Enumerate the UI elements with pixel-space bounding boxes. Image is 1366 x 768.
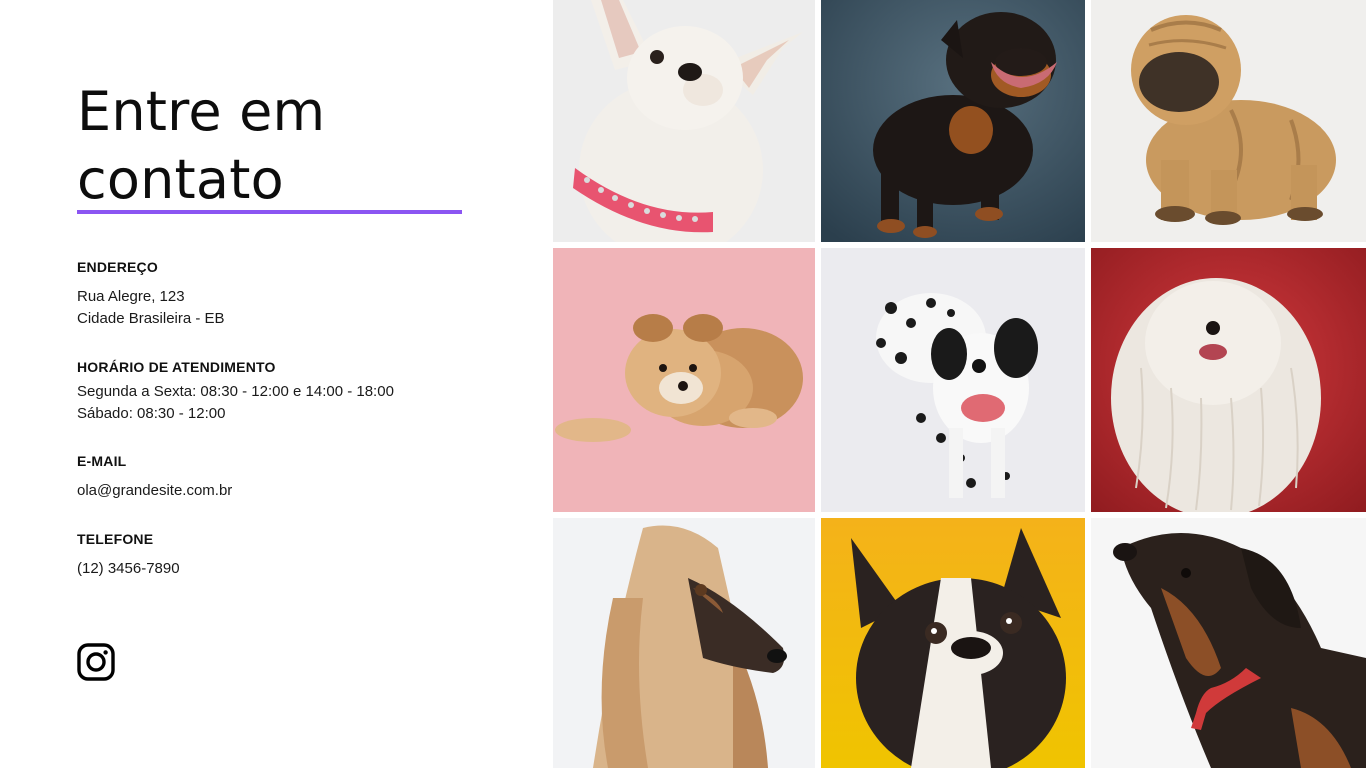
email-link[interactable]: ola@grandesite.com.br xyxy=(77,480,232,502)
address-heading: ENDEREÇO xyxy=(77,259,158,275)
hours-text: Segunda a Sexta: 08:30 - 12:00 e 14:00 -… xyxy=(77,381,394,425)
komondor-photo xyxy=(1091,248,1366,512)
chihuahua-photo xyxy=(553,0,815,242)
dalmatian-photo xyxy=(821,248,1085,512)
page-title-line-2: contato xyxy=(77,148,284,211)
page-title-line-1: Entre em xyxy=(77,80,326,143)
shar-pei-photo xyxy=(1091,0,1366,242)
phone-heading: TELEFONE xyxy=(77,531,154,547)
pomeranian-photo xyxy=(553,248,815,512)
dachshund-photo xyxy=(1091,518,1366,768)
address-line-2: Cidade Brasileira - EB xyxy=(77,310,225,327)
french-bulldog-photo xyxy=(821,518,1085,768)
hours-line-2: Sábado: 08:30 - 12:00 xyxy=(77,405,226,422)
address-text: Rua Alegre, 123 Cidade Brasileira - EB xyxy=(77,286,225,330)
dog-photo-gallery xyxy=(553,0,1366,768)
hours-heading: HORÁRIO DE ATENDIMENTO xyxy=(77,359,276,375)
phone-number: (12) 3456-7890 xyxy=(77,560,180,577)
page-title: Entre em contato xyxy=(77,78,477,214)
address-line-1: Rua Alegre, 123 xyxy=(77,288,185,305)
hours-line-1: Segunda a Sexta: 08:30 - 12:00 e 14:00 -… xyxy=(77,383,394,400)
contact-panel: Entre em contato ENDEREÇO Rua Alegre, 12… xyxy=(0,0,553,768)
rottweiler-photo xyxy=(821,0,1085,242)
instagram-icon[interactable] xyxy=(77,643,115,681)
email-heading: E-MAIL xyxy=(77,453,127,469)
title-underline xyxy=(77,210,462,214)
afghan-hound-photo xyxy=(553,518,815,768)
